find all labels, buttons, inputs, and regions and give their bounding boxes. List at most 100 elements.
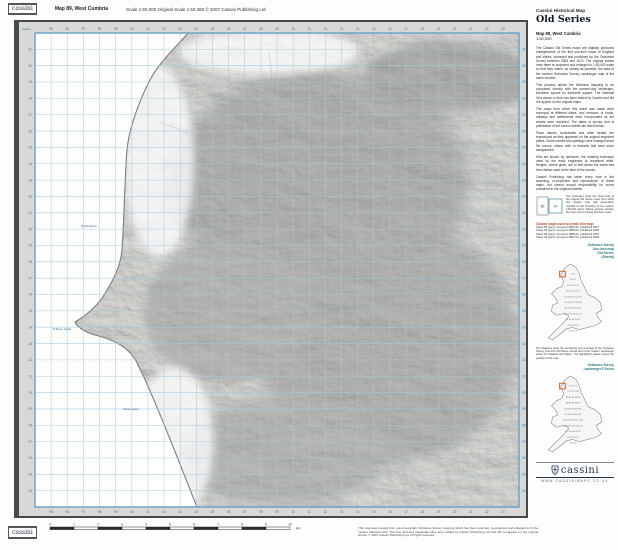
svg-text:16: 16: [28, 293, 32, 297]
svg-text:13: 13: [340, 27, 344, 31]
svg-text:24: 24: [28, 162, 32, 166]
index-map-landranger: 74 75 7677 78 79 8081 82 83 84 8586 87 8…: [537, 372, 613, 458]
svg-text:24 25 26 27 28 29: 24 25 26 27 28 29: [564, 302, 582, 304]
cassini-logo-block: cassini www.cassinimaps.co.uk: [536, 462, 614, 484]
svg-text:02: 02: [162, 27, 166, 31]
svg-text:07: 07: [243, 510, 247, 514]
sidebar-paragraph-3: The maps from which this sheet was made …: [536, 107, 614, 128]
sidebar: Cassini Historical Map Old Series Map 89…: [536, 8, 614, 483]
svg-text:06: 06: [28, 456, 32, 460]
svg-text:26: 26: [28, 129, 32, 133]
svg-text:06: 06: [227, 510, 231, 514]
sidebar-brand: Cassini Historical Map: [536, 8, 614, 13]
svg-text:10: 10: [291, 27, 295, 31]
svg-text:31: 31: [28, 48, 32, 52]
cassini-website: www.cassinimaps.co.uk: [536, 479, 614, 483]
sheet-rect-a-label: 89: [541, 204, 545, 208]
svg-text:29: 29: [28, 80, 32, 84]
svg-text:107 108 109 110 111: 107 108 109 110 111: [563, 425, 583, 427]
svg-text:08: 08: [522, 423, 526, 427]
svg-text:10: 10: [288, 523, 292, 527]
svg-text:08: 08: [259, 27, 263, 31]
svg-text:09: 09: [275, 510, 279, 514]
svg-text:23: 23: [522, 178, 526, 182]
svg-text:00: 00: [130, 510, 134, 514]
map-sheet: 9595969697979898999900000101020203030404…: [14, 20, 528, 518]
svg-text:11: 11: [308, 27, 312, 31]
svg-text:06: 06: [522, 456, 526, 460]
coast-label-3: Ravenglass: [123, 407, 139, 411]
svg-text:12: 12: [28, 358, 32, 362]
svg-text:01: 01: [146, 27, 150, 31]
source-item-4: Sheet 99 (part), surveyed 1857-63, publi…: [536, 236, 614, 240]
svg-text:4 5 6 7: 4 5 6 7: [570, 279, 577, 281]
svg-text:22: 22: [28, 195, 32, 199]
svg-text:8: 8: [241, 523, 243, 527]
svg-text:03: 03: [178, 27, 182, 31]
svg-text:15: 15: [522, 309, 526, 313]
svg-text:81 82 83 84 85: 81 82 83 84 85: [566, 397, 581, 399]
svg-text:22: 22: [485, 510, 489, 514]
svg-text:22: 22: [522, 195, 526, 199]
svg-text:23: 23: [501, 510, 505, 514]
map-sheet-canvas: 9595969697979898999900000101020203030404…: [19, 22, 526, 516]
svg-text:23: 23: [28, 178, 32, 182]
svg-text:119 120: 119 120: [569, 443, 577, 445]
cassini-logo-small: cassini: [8, 3, 37, 15]
sheet-lines-note: The rectangles show the sheet lines of t…: [566, 195, 614, 219]
svg-text:06: 06: [227, 27, 231, 31]
svg-text:25: 25: [522, 146, 526, 150]
sheet-lines-diagram: 89 90: [536, 195, 563, 219]
svg-text:95: 95: [49, 510, 53, 514]
svg-text:19: 19: [28, 244, 32, 248]
svg-text:20: 20: [28, 227, 32, 231]
svg-text:21: 21: [28, 211, 32, 215]
svg-text:19: 19: [437, 510, 441, 514]
index-map-old-series: 1 2 34 5 6 78 9 10 11 1213 14 15 16 1718…: [537, 260, 613, 346]
svg-text:07: 07: [28, 440, 32, 444]
svg-text:14: 14: [522, 325, 526, 329]
svg-text:36 37 38 39 40 41: 36 37 38 39 40 41: [564, 313, 582, 315]
svg-text:04: 04: [28, 489, 32, 493]
svg-text:20: 20: [453, 510, 457, 514]
cassini-logo-line: cassini: [536, 465, 614, 478]
scale-bar: 012345678910km: [44, 521, 306, 535]
svg-text:04: 04: [195, 27, 199, 31]
svg-text:96: 96: [65, 510, 69, 514]
svg-text:18: 18: [522, 260, 526, 264]
top-header: cassini Map 89, West Cumbria Scale 1:50,…: [8, 2, 530, 16]
svg-text:05: 05: [522, 473, 526, 477]
svg-text:116 117 118: 116 117 118: [567, 437, 579, 439]
svg-text:18 19 20 21 22 23: 18 19 20 21 22 23: [564, 296, 582, 298]
svg-text:7: 7: [217, 523, 219, 527]
old-series-caption: Ordnance Survey One-inch map 'Old Series…: [536, 243, 614, 259]
svg-text:30 31 32 33 34 35: 30 31 32 33 34 35: [564, 307, 582, 309]
svg-text:2: 2: [97, 523, 99, 527]
footer-logo-wrap: cassini: [8, 521, 37, 539]
svg-text:112 113 114 115: 112 113 114 115: [565, 431, 581, 433]
svg-text:28: 28: [28, 97, 32, 101]
svg-text:12: 12: [522, 358, 526, 362]
coast-label-1: Whitehaven: [81, 224, 97, 228]
svg-text:0: 0: [49, 523, 51, 527]
svg-text:15: 15: [28, 309, 32, 313]
svg-text:1 2 3: 1 2 3: [571, 273, 577, 275]
svg-text:51 52 53: 51 52 53: [569, 330, 578, 332]
svg-text:02: 02: [162, 510, 166, 514]
svg-text:5: 5: [169, 523, 171, 527]
map-title-header: Map 89, West Cumbria: [55, 6, 108, 12]
svg-text:11: 11: [522, 374, 526, 378]
svg-text:11: 11: [29, 374, 33, 378]
svg-text:11: 11: [308, 510, 312, 514]
svg-text:1: 1: [73, 523, 75, 527]
svg-text:6: 6: [193, 523, 195, 527]
svg-text:8 9 10 11 12: 8 9 10 11 12: [567, 285, 579, 287]
landranger-caption-2: Landranger® Series: [536, 367, 614, 371]
svg-text:17: 17: [404, 510, 408, 514]
svg-text:16: 16: [522, 293, 526, 297]
sheet-rect-b-label: 90: [554, 204, 558, 208]
svg-text:07: 07: [243, 27, 247, 31]
sidebar-paragraph-1: The Cassini Old Series maps are digitall…: [536, 46, 614, 80]
svg-text:03: 03: [178, 510, 182, 514]
svg-text:30: 30: [522, 64, 526, 68]
